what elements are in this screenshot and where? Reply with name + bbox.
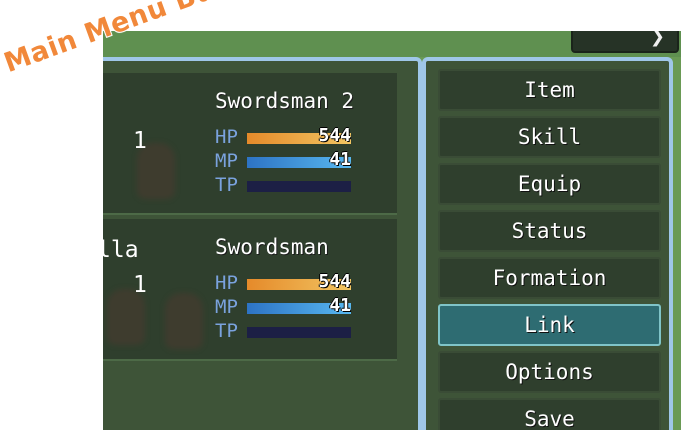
main-menu-command-window: Item Skill Equip Status Formation Link O… [422,57,673,430]
menu-item-options[interactable]: Options [438,351,661,393]
actor-class-name: lla [103,237,139,263]
tp-gauge: TP [215,319,355,343]
menu-item-save[interactable]: Save [438,398,661,430]
actor-level: 1 [133,128,147,154]
tp-gauge: TP [215,173,355,197]
hp-value: 544 [318,271,351,292]
mp-value: 41 [329,295,351,316]
menu-item-status[interactable]: Status [438,210,661,252]
hp-gauge: HP 544 [215,271,355,295]
actor-level: 1 [133,272,147,298]
actor-name: Swordsman 2 [215,89,355,113]
menu-item-equip[interactable]: Equip [438,163,661,205]
hp-label: HP [215,272,238,294]
party-status-window: 1 Swordsman 2 HP 544 MP 41 TP lla 1 Swor… [103,57,422,430]
menu-item-formation[interactable]: Formation [438,257,661,299]
hp-value: 544 [318,125,351,146]
hp-gauge: HP 544 [215,125,355,149]
menu-item-item[interactable]: Item [438,69,661,111]
tp-label: TP [215,320,238,342]
menu-item-link[interactable]: Link [438,304,661,346]
actor-face-image [165,293,203,349]
actor-card[interactable]: lla 1 Swordsman HP 544 MP 41 TP [103,219,397,361]
mp-label: MP [215,296,238,318]
actor-card[interactable]: 1 Swordsman 2 HP 544 MP 41 TP [103,73,397,215]
tp-label: TP [215,174,238,196]
menu-item-skill[interactable]: Skill [438,116,661,158]
close-icon: ❯ [649,31,665,47]
mp-label: MP [215,150,238,172]
game-screen: ❯ 1 Swordsman 2 HP 544 MP 41 TP lla 1 Sw… [103,31,681,430]
mp-gauge: MP 41 [215,295,355,319]
menu-close-button[interactable]: ❯ [571,31,679,53]
actor-name: Swordsman [215,235,329,259]
mp-value: 41 [329,149,351,170]
mp-gauge: MP 41 [215,149,355,173]
hp-label: HP [215,126,238,148]
